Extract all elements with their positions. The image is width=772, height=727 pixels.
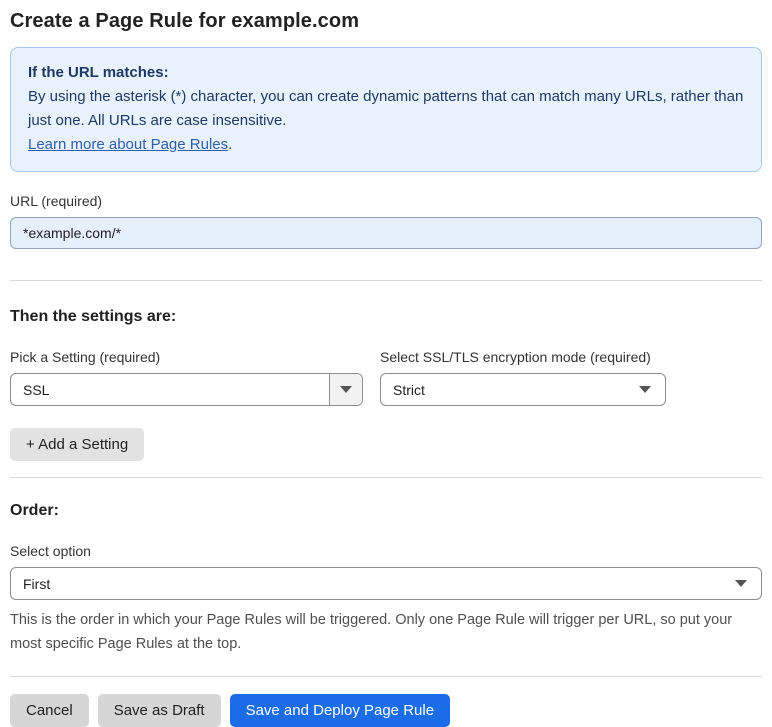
url-match-info-box: If the URL matches: By using the asteris…: [10, 47, 762, 172]
section-divider: [10, 280, 762, 281]
mode-column: Select SSL/TLS encryption mode (required…: [380, 349, 666, 406]
setting-select-value: SSL: [23, 381, 50, 398]
order-select-label: Select option: [10, 543, 91, 559]
chevron-down-icon: [639, 386, 651, 393]
mode-select-value: Strict: [393, 381, 425, 398]
info-box-link-row: Learn more about Page Rules.: [28, 133, 744, 157]
mode-select-label: Select SSL/TLS encryption mode (required…: [380, 349, 651, 365]
url-input[interactable]: [10, 217, 762, 249]
link-period: .: [228, 136, 233, 153]
order-select[interactable]: First: [10, 567, 762, 600]
learn-more-link[interactable]: Learn more about Page Rules: [28, 136, 228, 153]
order-select-value: First: [23, 575, 51, 592]
setting-column: Pick a Setting (required) SSL: [10, 349, 363, 406]
section-divider: [10, 477, 762, 478]
setting-select-label: Pick a Setting (required): [10, 349, 161, 365]
setting-select[interactable]: SSL: [10, 373, 363, 406]
setting-select-caret-box[interactable]: [329, 374, 362, 405]
add-setting-button[interactable]: + Add a Setting: [10, 428, 145, 461]
info-box-body: By using the asterisk (*) character, you…: [28, 88, 744, 129]
settings-heading: Then the settings are:: [10, 308, 177, 325]
order-heading: Order:: [10, 502, 59, 519]
info-box-heading: If the URL matches:: [28, 64, 169, 81]
url-field-label: URL (required): [10, 193, 103, 209]
settings-row: Pick a Setting (required) SSL Select SSL…: [10, 349, 762, 406]
section-divider: [10, 676, 762, 677]
ssl-mode-select[interactable]: Strict: [380, 373, 666, 406]
chevron-down-icon: [340, 386, 352, 393]
chevron-down-icon: [735, 580, 747, 587]
page-title: Create a Page Rule for example.com: [10, 10, 360, 32]
order-help-text: This is the order in which your Page Rul…: [10, 612, 733, 652]
